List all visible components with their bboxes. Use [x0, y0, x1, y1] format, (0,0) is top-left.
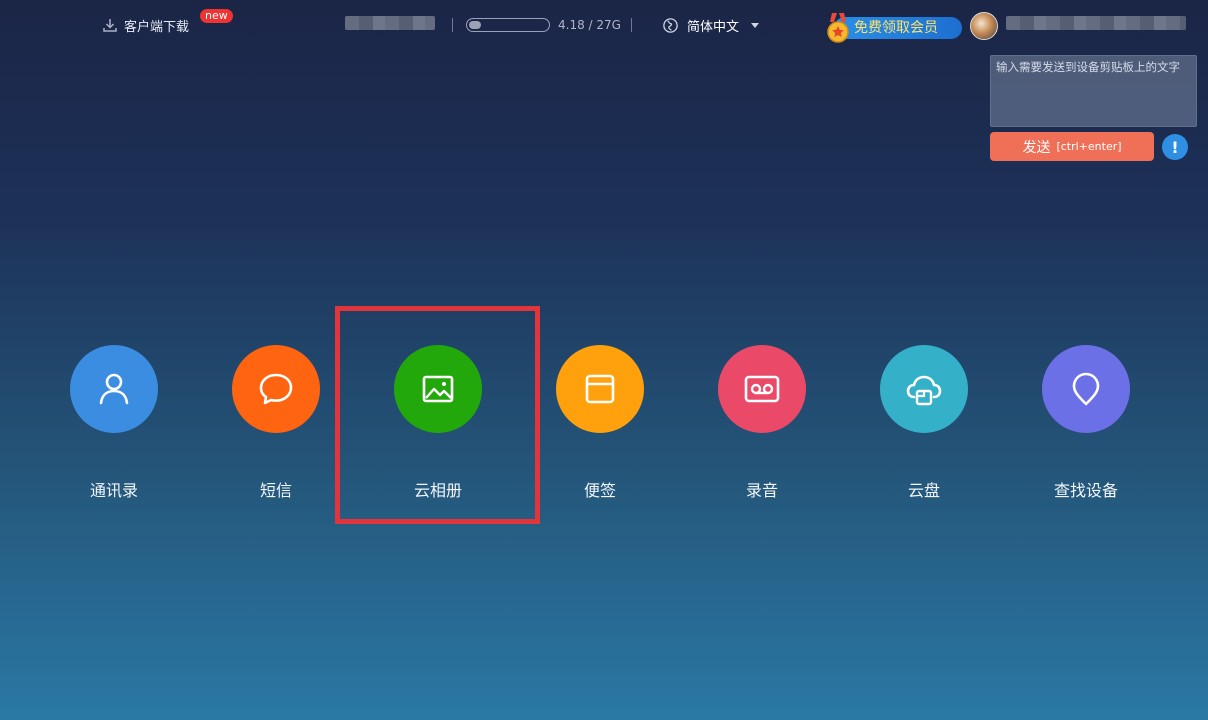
app-notes[interactable]: 便签 — [540, 345, 660, 505]
send-button[interactable]: 发送 [ctrl+enter] — [990, 132, 1154, 161]
app-circle — [718, 345, 806, 433]
app-label: 短信 — [259, 481, 292, 500]
chevron-down-icon — [751, 23, 760, 28]
redacted-user-name — [1006, 16, 1186, 30]
app-contacts[interactable]: 通讯录 — [54, 345, 174, 505]
storage-progress-bar — [466, 18, 550, 32]
app-circle — [232, 345, 320, 433]
app-label: 查找设备 — [1053, 481, 1118, 500]
language-selector[interactable]: 简体中文 — [662, 16, 760, 35]
app-messages[interactable]: 短信 — [216, 345, 336, 505]
new-badge: new — [200, 9, 233, 23]
vip-pill: 免费领取会员 — [834, 17, 962, 39]
storage-text: 4.18 / 27G — [558, 18, 621, 32]
user-avatar[interactable] — [970, 12, 998, 40]
contacts-icon — [99, 373, 129, 405]
app-circle — [880, 345, 968, 433]
download-icon — [103, 19, 117, 32]
app-label: 录音 — [745, 481, 778, 500]
send-shortcut-hint: [ctrl+enter] — [1056, 140, 1122, 153]
app-label: 便签 — [583, 481, 616, 500]
vip-label: 免费领取会员 — [854, 20, 938, 36]
download-label: 客户端下载 — [124, 19, 190, 35]
top-bar: 客户端下载 new 4.18 / 27G 简体中文 免费领取会员 — [0, 0, 1208, 50]
app-recorder[interactable]: 录音 — [702, 345, 822, 505]
info-icon[interactable]: ! — [1162, 134, 1188, 160]
location-icon — [1072, 372, 1100, 406]
info-symbol: ! — [1171, 137, 1179, 157]
storage-progress-fill — [469, 21, 481, 29]
message-icon — [259, 373, 293, 405]
client-download-link[interactable]: 客户端下载 — [102, 15, 189, 35]
redacted-device-name — [345, 16, 435, 30]
divider — [452, 18, 453, 32]
language-label: 简体中文 — [687, 20, 740, 35]
clipboard-text-input[interactable] — [990, 55, 1197, 127]
app-find-device[interactable]: 查找设备 — [1026, 345, 1146, 505]
app-circle — [556, 345, 644, 433]
app-circle — [70, 345, 158, 433]
free-vip-button[interactable]: 免费领取会员 — [824, 13, 964, 43]
highlight-box — [335, 306, 540, 524]
send-label: 发送 — [1022, 139, 1051, 156]
app-cloud-drive[interactable]: 云盘 — [864, 345, 984, 505]
notes-icon — [585, 374, 615, 404]
recorder-icon — [744, 375, 780, 403]
app-label: 云盘 — [907, 481, 940, 500]
app-label: 通讯录 — [89, 481, 138, 500]
app-circle — [1042, 345, 1130, 433]
divider — [631, 18, 632, 32]
globe-icon — [663, 18, 678, 33]
cloud-drive-icon — [906, 375, 942, 406]
medal-icon — [827, 13, 849, 43]
